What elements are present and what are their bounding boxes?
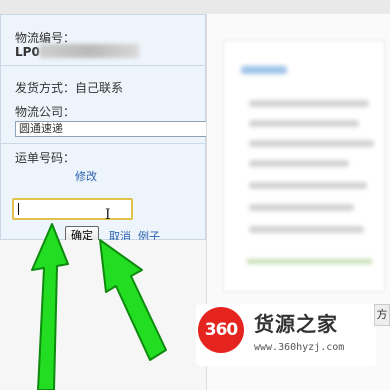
text-cursor-icon: I [105, 207, 111, 223]
lower-left-area [0, 240, 206, 390]
blurred-line [249, 204, 354, 211]
company-field[interactable]: 圆通速递 [15, 121, 209, 137]
company-label: 物流公司： [15, 105, 76, 119]
blurred-heading [241, 66, 287, 74]
brand-name: 货源之家 [254, 312, 338, 336]
blurred-bar [247, 259, 372, 264]
tracking-number-blurred [39, 44, 139, 58]
blurred-line [249, 120, 359, 127]
blurred-line [249, 140, 374, 147]
tracking-number-value: LP0 [15, 45, 40, 59]
top-bar [0, 0, 390, 15]
modify-link[interactable]: 修改 [75, 168, 97, 184]
side-tab[interactable]: 方 [374, 304, 390, 326]
waybill-label: 运单号码： [15, 151, 76, 165]
watermark-logo: 360 货源之家 www.360hyzj.com [196, 304, 376, 366]
blurred-line [249, 182, 367, 189]
divider [1, 65, 207, 66]
text-caret [18, 203, 19, 215]
shipping-method-text: 发货方式：自己联系 [15, 81, 124, 95]
logo-360: 360 [198, 307, 244, 353]
logistics-form-panel: 物流编号： LP0 发货方式：自己联系 物流公司： 圆通速递 运单号码： 修改 … [0, 14, 209, 245]
blurred-line [249, 226, 364, 233]
waybill-input[interactable] [12, 198, 133, 220]
blurred-line [249, 100, 369, 107]
blurred-line [249, 160, 349, 167]
divider [1, 143, 207, 144]
brand-url: www.360hyzj.com [254, 342, 345, 353]
